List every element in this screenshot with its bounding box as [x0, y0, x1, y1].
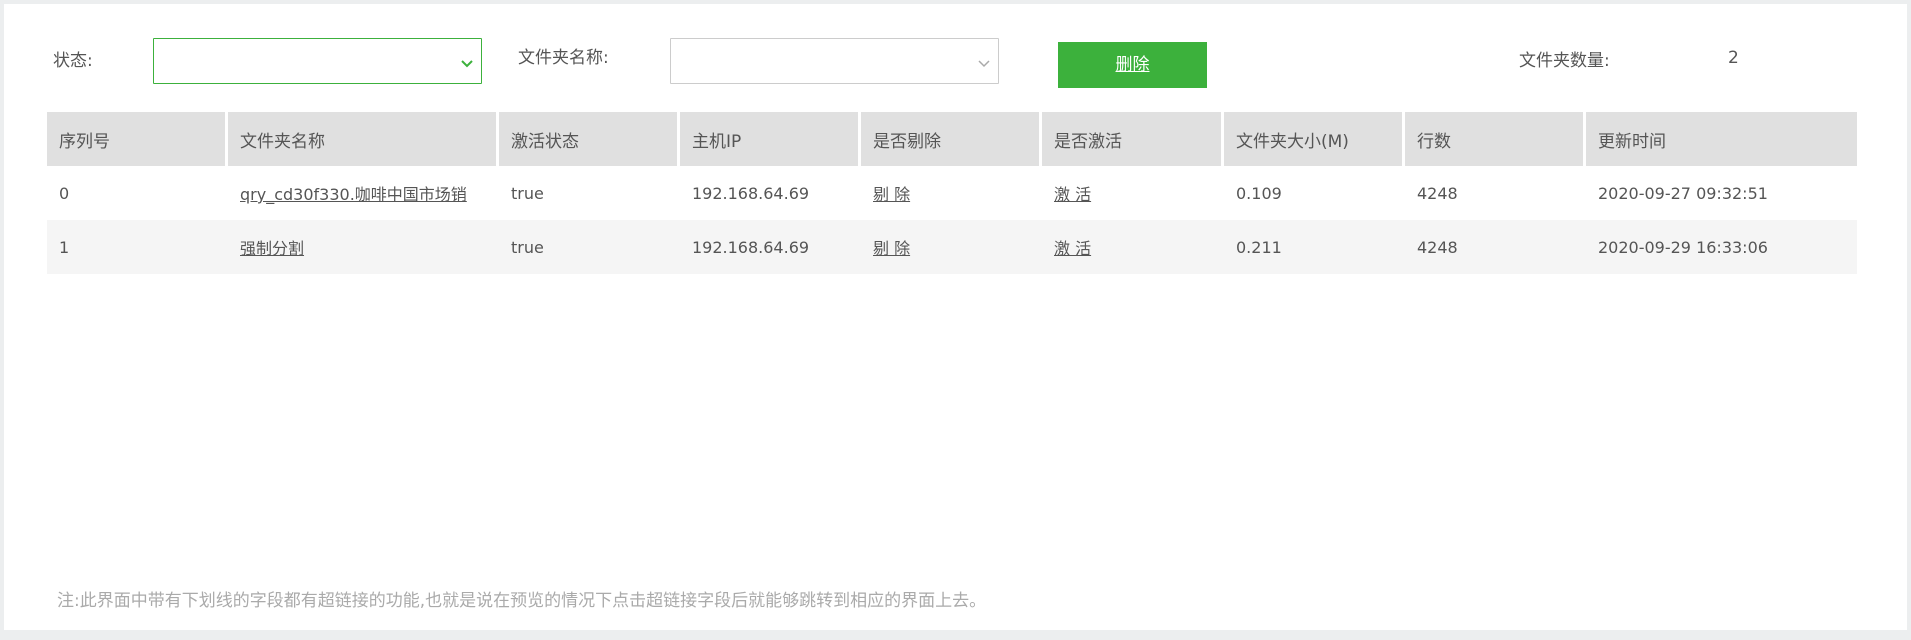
chevron-down-icon	[978, 53, 990, 68]
cell-activation-status: true	[499, 220, 680, 274]
column-header-folder-size: 文件夹大小(M)	[1224, 112, 1405, 166]
cell-activate: 激 活	[1042, 166, 1224, 220]
cell-index: 1	[47, 220, 228, 274]
column-header-activate: 是否激活	[1042, 112, 1224, 166]
cell-index: 0	[59, 183, 70, 203]
chevron-down-icon	[461, 53, 473, 68]
delete-button[interactable]: 删除	[1058, 42, 1207, 88]
cell-host-ip: 192.168.64.69	[680, 220, 861, 274]
main-panel: 状态: 文件夹名称: 删除 文件夹数量: 2 序列号 文件夹名称 激活状态 主机…	[4, 4, 1907, 630]
folder-name-link[interactable]: qry_cd30f330.咖啡中国市场销	[240, 185, 467, 204]
activate-link[interactable]: 激 活	[1054, 185, 1091, 204]
cell-folder-size: 0.109	[1236, 183, 1282, 203]
cell-folder-size: 0.211	[1224, 220, 1405, 274]
folder-name-select[interactable]	[670, 38, 999, 84]
table-row: 0 qry_cd30f330.咖啡中国市场销 true 192.168.64.6…	[47, 166, 1857, 220]
column-header-index: 序列号	[47, 112, 228, 166]
folder-count-label: 文件夹数量:	[1519, 51, 1610, 71]
status-select[interactable]	[153, 38, 482, 84]
cell-row-count: 4248	[1405, 220, 1586, 274]
exclude-link[interactable]: 剔 除	[873, 185, 910, 204]
table-header-row: 序列号 文件夹名称 激活状态 主机IP 是否剔除 是否激活 文件夹大小(M) 行…	[47, 112, 1857, 166]
table-row: 1 强制分割 true 192.168.64.69 剔 除 激 活 0.211 …	[47, 220, 1857, 274]
column-header-exclude: 是否剔除	[861, 112, 1042, 166]
cell-update-time: 2020-09-27 09:32:51	[1598, 183, 1768, 203]
column-header-activation-status: 激活状态	[499, 112, 680, 166]
activate-link[interactable]: 激 活	[1054, 239, 1091, 258]
cell-folder-name: 强制分割	[228, 220, 499, 274]
folder-count-value: 2	[1728, 48, 1739, 68]
cell-activate: 激 活	[1042, 220, 1224, 274]
cell-update-time: 2020-09-29 16:33:06	[1586, 220, 1857, 274]
column-header-folder-name: 文件夹名称	[228, 112, 499, 166]
hyperlink-note: 注:此界面中带有下划线的字段都有超链接的功能,也就是说在预览的情况下点击超链接字…	[57, 591, 987, 611]
folder-table: 序列号 文件夹名称 激活状态 主机IP 是否剔除 是否激活 文件夹大小(M) 行…	[47, 112, 1857, 274]
cell-row-count: 4248	[1417, 183, 1458, 203]
column-header-update-time: 更新时间	[1586, 112, 1857, 166]
folder-name-link[interactable]: 强制分割	[240, 239, 304, 258]
cell-activation-status: true	[511, 183, 544, 203]
status-label: 状态:	[53, 51, 93, 71]
cell-exclude: 剔 除	[861, 220, 1042, 274]
folder-name-label: 文件夹名称:	[518, 48, 609, 68]
cell-exclude: 剔 除	[861, 166, 1042, 220]
cell-folder-name: qry_cd30f330.咖啡中国市场销	[228, 166, 499, 220]
column-header-row-count: 行数	[1405, 112, 1586, 166]
exclude-link[interactable]: 剔 除	[873, 239, 910, 258]
cell-host-ip: 192.168.64.69	[692, 183, 810, 203]
column-header-host-ip: 主机IP	[680, 112, 861, 166]
